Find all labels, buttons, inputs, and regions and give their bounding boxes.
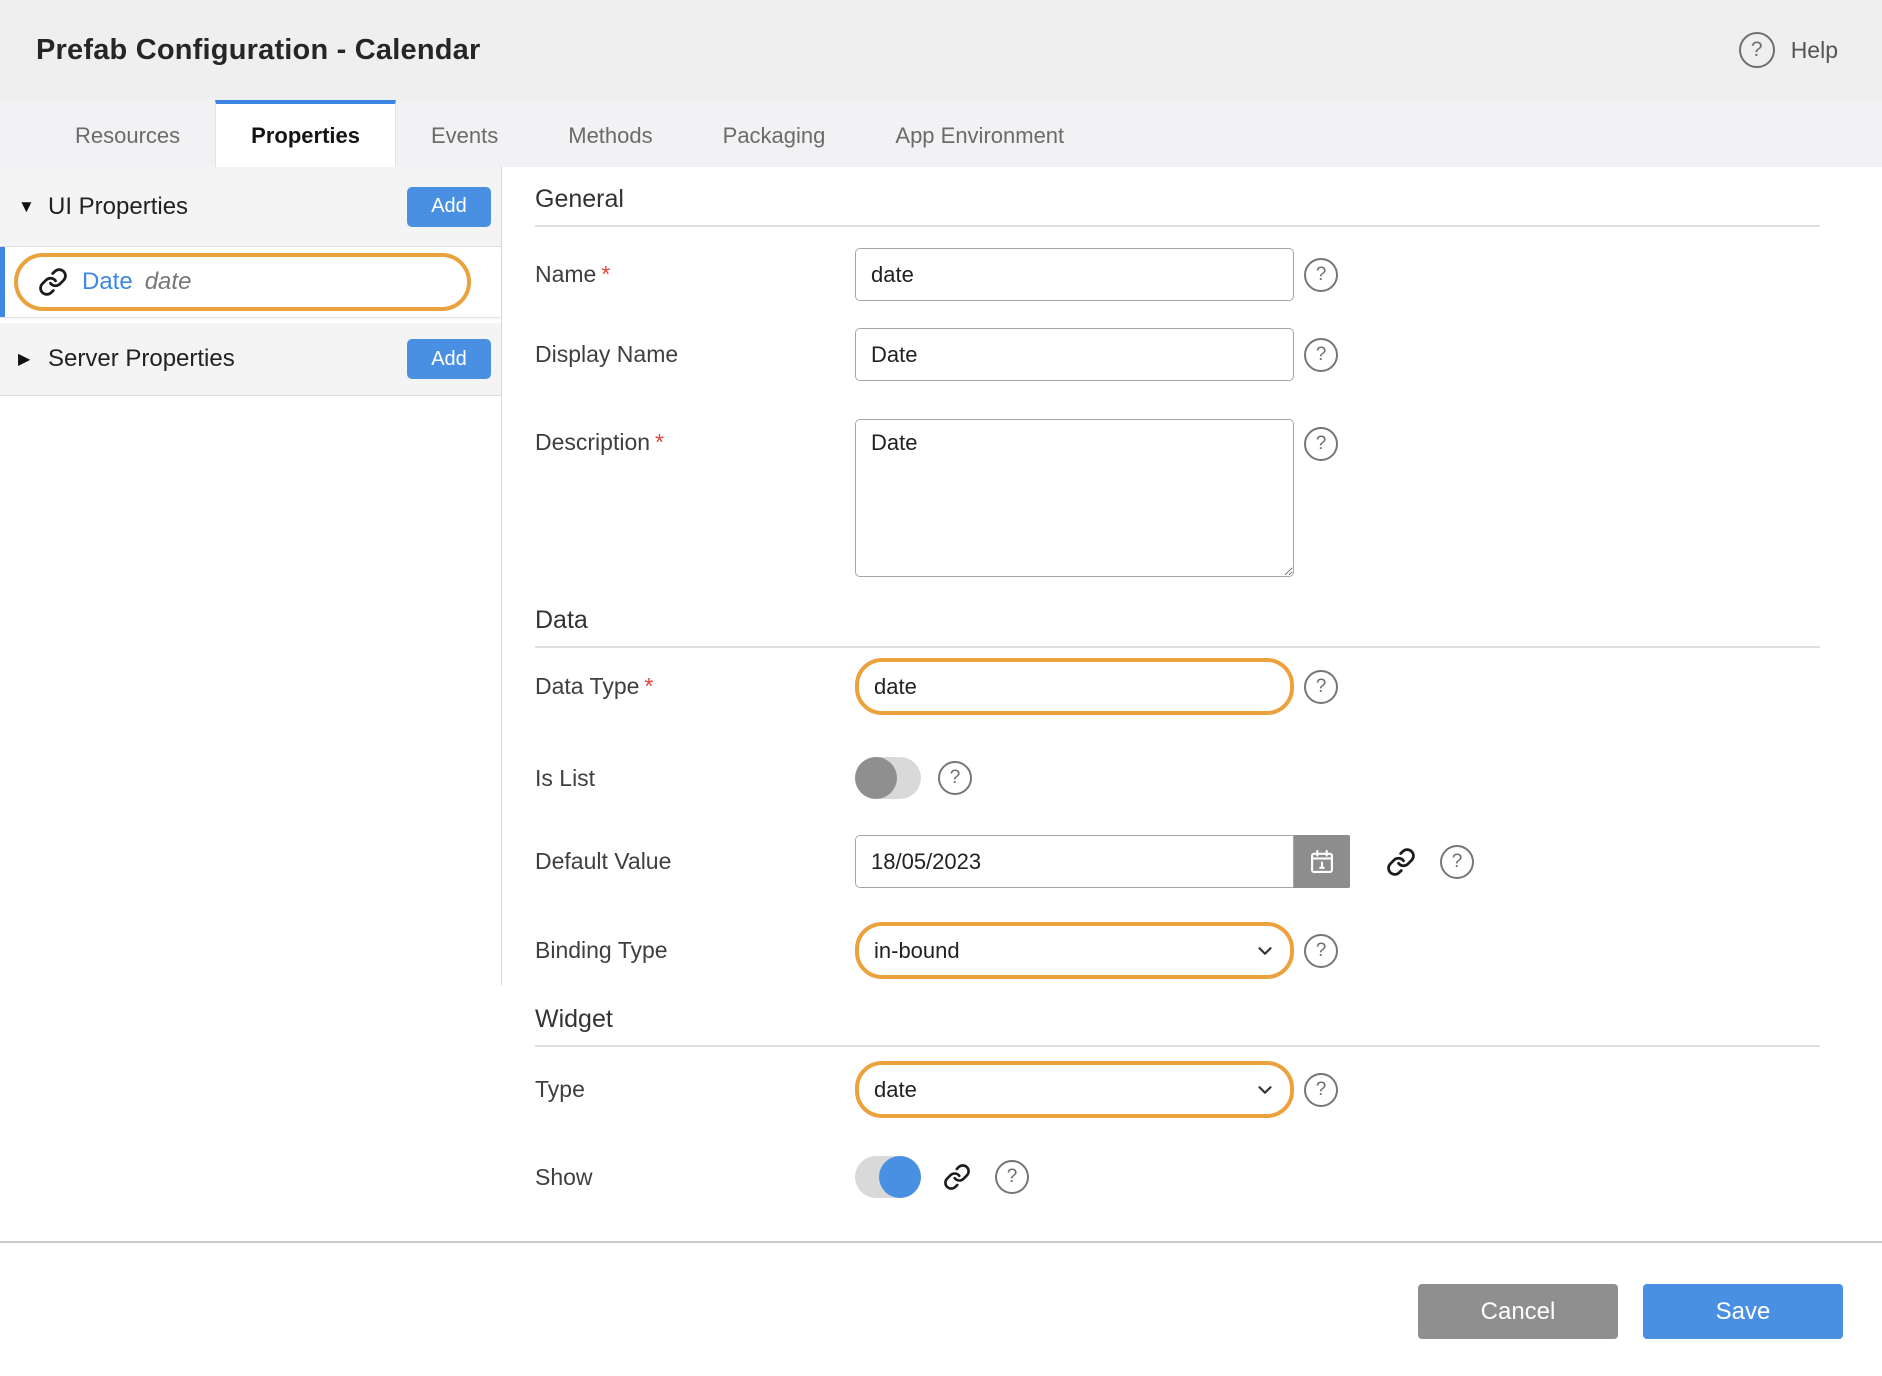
default-value-input[interactable] bbox=[855, 835, 1294, 888]
tab-events[interactable]: Events bbox=[396, 100, 533, 167]
properties-sidebar: ▼ UI Properties Add Date date bbox=[0, 167, 502, 985]
data-type-help-icon[interactable]: ? bbox=[1304, 670, 1338, 704]
is-list-label: Is List bbox=[535, 765, 855, 792]
selected-indicator bbox=[0, 247, 5, 317]
default-value-label: Default Value bbox=[535, 848, 855, 875]
property-form: General Name* ? Display Name ? bbox=[502, 167, 1882, 1241]
is-list-toggle[interactable] bbox=[855, 757, 921, 799]
tab-bar: Resources Properties Events Methods Pack… bbox=[0, 100, 1882, 167]
required-marker: * bbox=[601, 261, 610, 287]
description-field-row: Description* Date ? bbox=[535, 419, 1820, 577]
add-server-property-button[interactable]: Add bbox=[407, 339, 491, 379]
toggle-knob bbox=[855, 757, 897, 799]
chevron-down-icon bbox=[1254, 940, 1276, 962]
dialog-footer: Cancel Save bbox=[0, 1243, 1882, 1376]
type-help-icon[interactable]: ? bbox=[1304, 1073, 1338, 1107]
page-title: Prefab Configuration - Calendar bbox=[36, 34, 480, 67]
widget-type-select[interactable]: date bbox=[855, 1061, 1294, 1118]
display-name-input[interactable] bbox=[855, 328, 1294, 381]
ui-property-item-date[interactable]: Date date bbox=[14, 253, 471, 311]
required-marker: * bbox=[655, 429, 664, 455]
show-help-icon[interactable]: ? bbox=[995, 1160, 1029, 1194]
section-general: General bbox=[535, 185, 1820, 214]
tab-methods[interactable]: Methods bbox=[533, 100, 687, 167]
name-help-icon[interactable]: ? bbox=[1304, 258, 1338, 292]
add-ui-property-button[interactable]: Add bbox=[407, 187, 491, 227]
bind-property-link-icon[interactable] bbox=[1386, 847, 1416, 877]
calendar-picker-button[interactable] bbox=[1294, 835, 1350, 888]
type-field-row: Type date ? bbox=[535, 1061, 1820, 1118]
help-icon: ? bbox=[1739, 32, 1775, 68]
binding-type-label: Binding Type bbox=[535, 937, 855, 964]
cancel-button[interactable]: Cancel bbox=[1418, 1284, 1618, 1339]
binding-type-field-row: Binding Type in-bound ? bbox=[535, 922, 1820, 979]
data-type-field-row: Data Type* ? bbox=[535, 658, 1820, 715]
server-properties-label: Server Properties bbox=[48, 345, 407, 373]
binding-type-value: in-bound bbox=[874, 938, 960, 964]
description-textarea[interactable]: Date bbox=[855, 419, 1294, 577]
data-type-label: Data Type* bbox=[535, 673, 855, 700]
ui-properties-header[interactable]: ▼ UI Properties Add bbox=[0, 167, 501, 247]
binding-type-select[interactable]: in-bound bbox=[855, 922, 1294, 979]
description-label: Description* bbox=[535, 419, 855, 456]
widget-type-value: date bbox=[874, 1077, 917, 1103]
binding-type-help-icon[interactable]: ? bbox=[1304, 934, 1338, 968]
display-name-label: Display Name bbox=[535, 341, 855, 368]
help-label: Help bbox=[1791, 37, 1838, 64]
save-button[interactable]: Save bbox=[1643, 1284, 1843, 1339]
type-label: Type bbox=[535, 1076, 855, 1103]
toggle-knob bbox=[879, 1156, 921, 1198]
show-field-row: Show ? bbox=[535, 1156, 1820, 1198]
property-type: date bbox=[145, 268, 192, 296]
property-name: Date bbox=[82, 268, 133, 296]
show-label: Show bbox=[535, 1164, 855, 1191]
data-type-input[interactable] bbox=[855, 658, 1294, 715]
tab-resources[interactable]: Resources bbox=[40, 100, 215, 167]
link-icon bbox=[38, 267, 68, 297]
chevron-down-icon bbox=[1254, 1079, 1276, 1101]
name-label: Name* bbox=[535, 261, 855, 288]
description-help-icon[interactable]: ? bbox=[1304, 427, 1338, 461]
is-list-field-row: Is List ? bbox=[535, 757, 1820, 799]
dialog-body: ▼ UI Properties Add Date date bbox=[0, 167, 1882, 1243]
name-field-row: Name* ? bbox=[535, 248, 1820, 301]
section-divider bbox=[535, 646, 1820, 648]
calendar-icon bbox=[1308, 848, 1336, 876]
is-list-help-icon[interactable]: ? bbox=[938, 761, 972, 795]
default-value-field-row: Default Value bbox=[535, 835, 1820, 888]
section-divider bbox=[535, 225, 1820, 227]
server-properties-header[interactable]: ▶ Server Properties Add bbox=[0, 323, 501, 396]
name-input[interactable] bbox=[855, 248, 1294, 301]
bind-show-link-icon[interactable] bbox=[943, 1163, 971, 1191]
section-data: Data bbox=[535, 606, 1820, 635]
tab-packaging[interactable]: Packaging bbox=[688, 100, 861, 167]
display-name-help-icon[interactable]: ? bbox=[1304, 338, 1338, 372]
dialog-header: Prefab Configuration - Calendar ? Help bbox=[0, 0, 1882, 100]
default-value-help-icon[interactable]: ? bbox=[1440, 845, 1474, 879]
show-toggle[interactable] bbox=[855, 1156, 921, 1198]
display-name-field-row: Display Name ? bbox=[535, 328, 1820, 381]
ui-properties-label: UI Properties bbox=[48, 193, 407, 221]
section-divider bbox=[535, 1045, 1820, 1047]
section-widget: Widget bbox=[535, 1005, 1820, 1034]
caret-right-icon: ▶ bbox=[18, 349, 48, 369]
prefab-configuration-dialog: Prefab Configuration - Calendar ? Help R… bbox=[0, 0, 1882, 1376]
help-button[interactable]: ? Help bbox=[1739, 32, 1838, 68]
tab-app-environment[interactable]: App Environment bbox=[860, 100, 1099, 167]
ui-property-item-wrap: Date date bbox=[0, 247, 501, 318]
caret-down-icon: ▼ bbox=[18, 197, 48, 217]
tab-properties[interactable]: Properties bbox=[215, 100, 396, 167]
required-marker: * bbox=[644, 673, 653, 699]
